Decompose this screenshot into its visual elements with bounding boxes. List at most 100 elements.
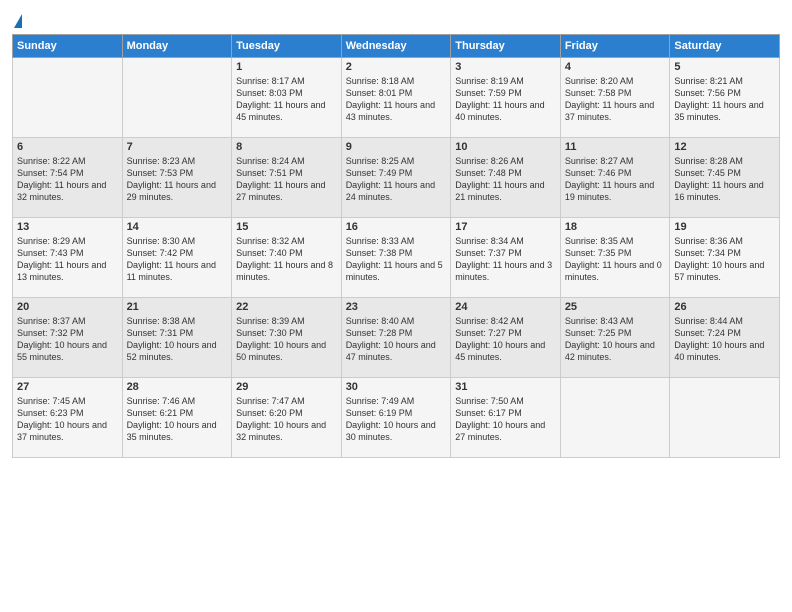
cell-content: Sunrise: 8:32 AM Sunset: 7:40 PM Dayligh… <box>236 235 337 284</box>
calendar-cell: 21 Sunrise: 8:38 AM Sunset: 7:31 PM Dayli… <box>122 297 232 377</box>
calendar-cell: 31 Sunrise: 7:50 AM Sunset: 6:17 PM Dayli… <box>451 377 561 457</box>
calendar-cell: 3Sunrise: 8:19 AM Sunset: 7:59 PM Daylig… <box>451 57 561 137</box>
day-number: 14 <box>127 221 228 233</box>
calendar-cell: 17 Sunrise: 8:34 AM Sunset: 7:37 PM Dayli… <box>451 217 561 297</box>
cell-content: Sunrise: 8:21 AM Sunset: 7:56 PM Dayligh… <box>674 75 775 124</box>
cell-content: Sunrise: 8:38 AM Sunset: 7:31 PM Dayligh… <box>127 315 228 364</box>
day-number: 4 <box>565 61 666 73</box>
cell-content: Sunrise: 7:49 AM Sunset: 6:19 PM Dayligh… <box>346 395 447 444</box>
calendar-cell <box>13 57 123 137</box>
calendar-cell <box>560 377 670 457</box>
cell-content: Sunrise: 8:34 AM Sunset: 7:37 PM Dayligh… <box>455 235 556 284</box>
cell-content: Sunrise: 8:29 AM Sunset: 7:43 PM Dayligh… <box>17 235 118 284</box>
logo-line1 <box>12 10 22 30</box>
day-number: 23 <box>346 301 447 313</box>
calendar-cell: 25 Sunrise: 8:43 AM Sunset: 7:25 PM Dayli… <box>560 297 670 377</box>
calendar-cell: 28 Sunrise: 7:46 AM Sunset: 6:21 PM Dayli… <box>122 377 232 457</box>
calendar-cell: 29Sunrise: 7:47 AM Sunset: 6:20 PM Dayli… <box>232 377 342 457</box>
day-number: 19 <box>674 221 775 233</box>
day-number: 10 <box>455 141 556 153</box>
cell-content: Sunrise: 8:27 AM Sunset: 7:46 PM Dayligh… <box>565 155 666 204</box>
calendar-cell: 11 Sunrise: 8:27 AM Sunset: 7:46 PM Dayli… <box>560 137 670 217</box>
cell-content: Sunrise: 7:46 AM Sunset: 6:21 PM Dayligh… <box>127 395 228 444</box>
cell-content: Sunrise: 8:33 AM Sunset: 7:38 PM Dayligh… <box>346 235 447 284</box>
day-number: 18 <box>565 221 666 233</box>
logo-triangle-icon <box>14 14 22 28</box>
cell-content: Sunrise: 8:22 AM Sunset: 7:54 PM Dayligh… <box>17 155 118 204</box>
calendar-table: SundayMondayTuesdayWednesdayThursdayFrid… <box>12 34 780 458</box>
day-number: 7 <box>127 141 228 153</box>
cell-content: Sunrise: 8:43 AM Sunset: 7:25 PM Dayligh… <box>565 315 666 364</box>
cell-content: Sunrise: 8:28 AM Sunset: 7:45 PM Dayligh… <box>674 155 775 204</box>
calendar-cell: 18 Sunrise: 8:35 AM Sunset: 7:35 PM Dayli… <box>560 217 670 297</box>
day-header-sunday: Sunday <box>13 34 123 57</box>
day-header-thursday: Thursday <box>451 34 561 57</box>
cell-content: Sunrise: 8:36 AM Sunset: 7:34 PM Dayligh… <box>674 235 775 284</box>
calendar-cell: 20 Sunrise: 8:37 AM Sunset: 7:32 PM Dayli… <box>13 297 123 377</box>
calendar-cell: 7 Sunrise: 8:23 AM Sunset: 7:53 PM Daylig… <box>122 137 232 217</box>
day-number: 11 <box>565 141 666 153</box>
day-number: 12 <box>674 141 775 153</box>
calendar-cell: 24 Sunrise: 8:42 AM Sunset: 7:27 PM Dayli… <box>451 297 561 377</box>
calendar-header-row: SundayMondayTuesdayWednesdayThursdayFrid… <box>13 34 780 57</box>
header-row <box>12 10 780 30</box>
day-number: 31 <box>455 381 556 393</box>
day-number: 2 <box>346 61 447 73</box>
day-header-saturday: Saturday <box>670 34 780 57</box>
calendar-cell: 22 Sunrise: 8:39 AM Sunset: 7:30 PM Dayli… <box>232 297 342 377</box>
calendar-cell: 8 Sunrise: 8:24 AM Sunset: 7:51 PM Daylig… <box>232 137 342 217</box>
calendar-cell <box>670 377 780 457</box>
calendar-cell: 1Sunrise: 8:17 AM Sunset: 8:03 PM Daylig… <box>232 57 342 137</box>
cell-content: Sunrise: 8:25 AM Sunset: 7:49 PM Dayligh… <box>346 155 447 204</box>
day-number: 9 <box>346 141 447 153</box>
day-number: 29 <box>236 381 337 393</box>
calendar-cell: 26Sunrise: 8:44 AM Sunset: 7:24 PM Dayli… <box>670 297 780 377</box>
day-number: 30 <box>346 381 447 393</box>
cell-content: Sunrise: 8:37 AM Sunset: 7:32 PM Dayligh… <box>17 315 118 364</box>
calendar-cell: 30 Sunrise: 7:49 AM Sunset: 6:19 PM Dayli… <box>341 377 451 457</box>
cell-content: Sunrise: 8:40 AM Sunset: 7:28 PM Dayligh… <box>346 315 447 364</box>
calendar-cell: 27 Sunrise: 7:45 AM Sunset: 6:23 PM Dayli… <box>13 377 123 457</box>
calendar-cell: 5Sunrise: 8:21 AM Sunset: 7:56 PM Daylig… <box>670 57 780 137</box>
calendar-cell: 12 Sunrise: 8:28 AM Sunset: 7:45 PM Dayli… <box>670 137 780 217</box>
calendar-cell: 15 Sunrise: 8:32 AM Sunset: 7:40 PM Dayli… <box>232 217 342 297</box>
main-container: SundayMondayTuesdayWednesdayThursdayFrid… <box>0 0 792 466</box>
day-number: 21 <box>127 301 228 313</box>
day-number: 13 <box>17 221 118 233</box>
day-number: 6 <box>17 141 118 153</box>
day-number: 24 <box>455 301 556 313</box>
calendar-cell: 14 Sunrise: 8:30 AM Sunset: 7:42 PM Dayli… <box>122 217 232 297</box>
day-number: 28 <box>127 381 228 393</box>
cell-content: Sunrise: 7:50 AM Sunset: 6:17 PM Dayligh… <box>455 395 556 444</box>
calendar-cell: 4Sunrise: 8:20 AM Sunset: 7:58 PM Daylig… <box>560 57 670 137</box>
week-row-4: 20 Sunrise: 8:37 AM Sunset: 7:32 PM Dayli… <box>13 297 780 377</box>
cell-content: Sunrise: 8:18 AM Sunset: 8:01 PM Dayligh… <box>346 75 447 124</box>
day-header-monday: Monday <box>122 34 232 57</box>
week-row-3: 13 Sunrise: 8:29 AM Sunset: 7:43 PM Dayli… <box>13 217 780 297</box>
day-number: 15 <box>236 221 337 233</box>
day-number: 8 <box>236 141 337 153</box>
calendar-cell: 10Sunrise: 8:26 AM Sunset: 7:48 PM Dayli… <box>451 137 561 217</box>
cell-content: Sunrise: 7:45 AM Sunset: 6:23 PM Dayligh… <box>17 395 118 444</box>
logo <box>12 10 22 30</box>
cell-content: Sunrise: 8:24 AM Sunset: 7:51 PM Dayligh… <box>236 155 337 204</box>
calendar-cell: 19 Sunrise: 8:36 AM Sunset: 7:34 PM Dayli… <box>670 217 780 297</box>
cell-content: Sunrise: 8:23 AM Sunset: 7:53 PM Dayligh… <box>127 155 228 204</box>
week-row-2: 6 Sunrise: 8:22 AM Sunset: 7:54 PM Daylig… <box>13 137 780 217</box>
day-number: 26 <box>674 301 775 313</box>
day-number: 27 <box>17 381 118 393</box>
cell-content: Sunrise: 8:35 AM Sunset: 7:35 PM Dayligh… <box>565 235 666 284</box>
cell-content: Sunrise: 8:42 AM Sunset: 7:27 PM Dayligh… <box>455 315 556 364</box>
calendar-cell: 16 Sunrise: 8:33 AM Sunset: 7:38 PM Dayli… <box>341 217 451 297</box>
cell-content: Sunrise: 8:30 AM Sunset: 7:42 PM Dayligh… <box>127 235 228 284</box>
day-number: 3 <box>455 61 556 73</box>
cell-content: Sunrise: 8:39 AM Sunset: 7:30 PM Dayligh… <box>236 315 337 364</box>
calendar-cell: 13 Sunrise: 8:29 AM Sunset: 7:43 PM Dayli… <box>13 217 123 297</box>
day-number: 20 <box>17 301 118 313</box>
calendar-cell: 2 Sunrise: 8:18 AM Sunset: 8:01 PM Daylig… <box>341 57 451 137</box>
day-number: 22 <box>236 301 337 313</box>
day-number: 25 <box>565 301 666 313</box>
day-number: 16 <box>346 221 447 233</box>
day-number: 17 <box>455 221 556 233</box>
day-number: 1 <box>236 61 337 73</box>
